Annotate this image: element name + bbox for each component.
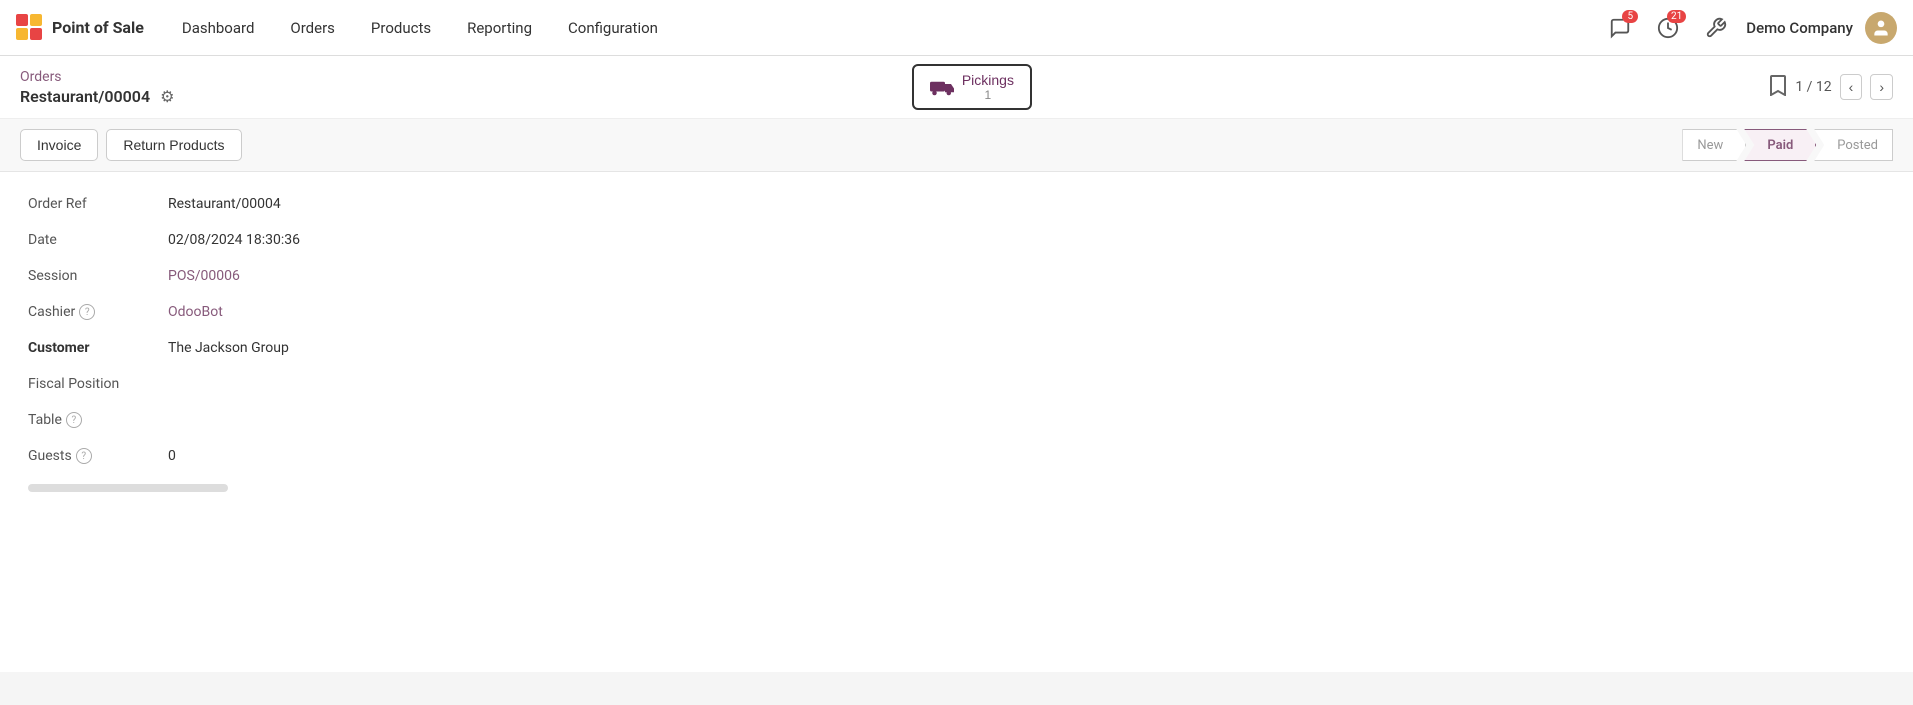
fiscal-row: Fiscal Position: [28, 376, 1885, 392]
breadcrumb-area: Orders Restaurant/00004 ⚙: [20, 69, 174, 106]
cashier-label: Cashier ?: [28, 304, 168, 320]
nav-reporting[interactable]: Reporting: [453, 11, 546, 45]
date-row: Date 02/08/2024 18:30:36: [28, 232, 1885, 248]
pickings-area: Pickings 1: [186, 64, 1757, 110]
pickings-label: Pickings: [962, 72, 1014, 88]
record-nav: 1 / 12 ‹ ›: [1769, 74, 1893, 101]
action-bar: Invoice Return Products New Paid Posted: [0, 119, 1913, 172]
status-paid[interactable]: Paid: [1744, 129, 1816, 161]
customer-row: Customer The Jackson Group: [28, 340, 1885, 356]
pickings-info: Pickings 1: [962, 72, 1014, 102]
app-title: Point of Sale: [52, 18, 144, 37]
guests-row: Guests ? 0: [28, 448, 1885, 464]
scroll-indicator: [28, 484, 228, 492]
company-name: Demo Company: [1746, 19, 1853, 37]
top-navigation: Point of Sale Dashboard Orders Products …: [0, 0, 1913, 56]
prev-record-button[interactable]: ‹: [1840, 74, 1863, 100]
main-form: Order Ref Restaurant/00004 Date 02/08/20…: [0, 172, 1913, 672]
order-ref-label: Order Ref: [28, 196, 168, 212]
activities-badge: 21: [1667, 10, 1686, 23]
truck-icon: [930, 78, 954, 96]
session-value[interactable]: POS/00006: [168, 268, 240, 284]
date-value: 02/08/2024 18:30:36: [168, 232, 300, 248]
record-title: Restaurant/00004: [20, 87, 150, 106]
session-label: Session: [28, 268, 168, 284]
guests-value: 0: [168, 448, 176, 464]
nav-right-area: 5 21 Demo Company: [1602, 10, 1897, 46]
table-row: Table ?: [28, 412, 1885, 428]
cashier-row: Cashier ? OdooBot: [28, 304, 1885, 320]
pickings-count: 1: [962, 88, 1014, 102]
cashier-value[interactable]: OdooBot: [168, 304, 223, 320]
activities-button[interactable]: 21: [1650, 10, 1686, 46]
return-products-button[interactable]: Return Products: [106, 129, 241, 161]
customer-value: The Jackson Group: [168, 340, 289, 356]
breadcrumb-orders[interactable]: Orders: [20, 69, 174, 85]
invoice-button[interactable]: Invoice: [20, 129, 98, 161]
next-record-button[interactable]: ›: [1870, 74, 1893, 100]
status-pipeline: New Paid Posted: [1684, 129, 1893, 161]
session-row: Session POS/00006: [28, 268, 1885, 284]
fiscal-label: Fiscal Position: [28, 376, 168, 392]
messages-button[interactable]: 5: [1602, 10, 1638, 46]
status-new[interactable]: New: [1682, 129, 1746, 161]
nav-configuration[interactable]: Configuration: [554, 11, 672, 45]
settings-button[interactable]: [1698, 10, 1734, 46]
user-avatar[interactable]: [1865, 12, 1897, 44]
pickings-button[interactable]: Pickings 1: [912, 64, 1032, 110]
messages-badge: 5: [1622, 10, 1638, 23]
cashier-help-icon[interactable]: ?: [79, 304, 95, 320]
date-label: Date: [28, 232, 168, 248]
nav-orders[interactable]: Orders: [276, 11, 349, 45]
guests-label: Guests ?: [28, 448, 168, 464]
status-posted[interactable]: Posted: [1814, 129, 1893, 161]
avatar-icon: [1871, 18, 1891, 38]
pager-text: 1 / 12: [1795, 79, 1831, 95]
settings-gear-icon[interactable]: ⚙: [160, 87, 174, 106]
customer-label: Customer: [28, 340, 168, 356]
brand-icon: [16, 14, 44, 42]
brand-logo[interactable]: Point of Sale: [16, 14, 144, 42]
nav-products[interactable]: Products: [357, 11, 445, 45]
table-help-icon[interactable]: ?: [66, 412, 82, 428]
sub-bar: Orders Restaurant/00004 ⚙ Pickings 1: [0, 56, 1913, 119]
order-ref-value: Restaurant/00004: [168, 196, 281, 212]
order-ref-row: Order Ref Restaurant/00004: [28, 196, 1885, 212]
guests-help-icon[interactable]: ?: [76, 448, 92, 464]
wrench-icon: [1705, 17, 1727, 39]
bookmark-button[interactable]: [1769, 74, 1787, 101]
bookmark-icon: [1769, 74, 1787, 96]
table-label: Table ?: [28, 412, 168, 428]
nav-dashboard[interactable]: Dashboard: [168, 11, 269, 45]
